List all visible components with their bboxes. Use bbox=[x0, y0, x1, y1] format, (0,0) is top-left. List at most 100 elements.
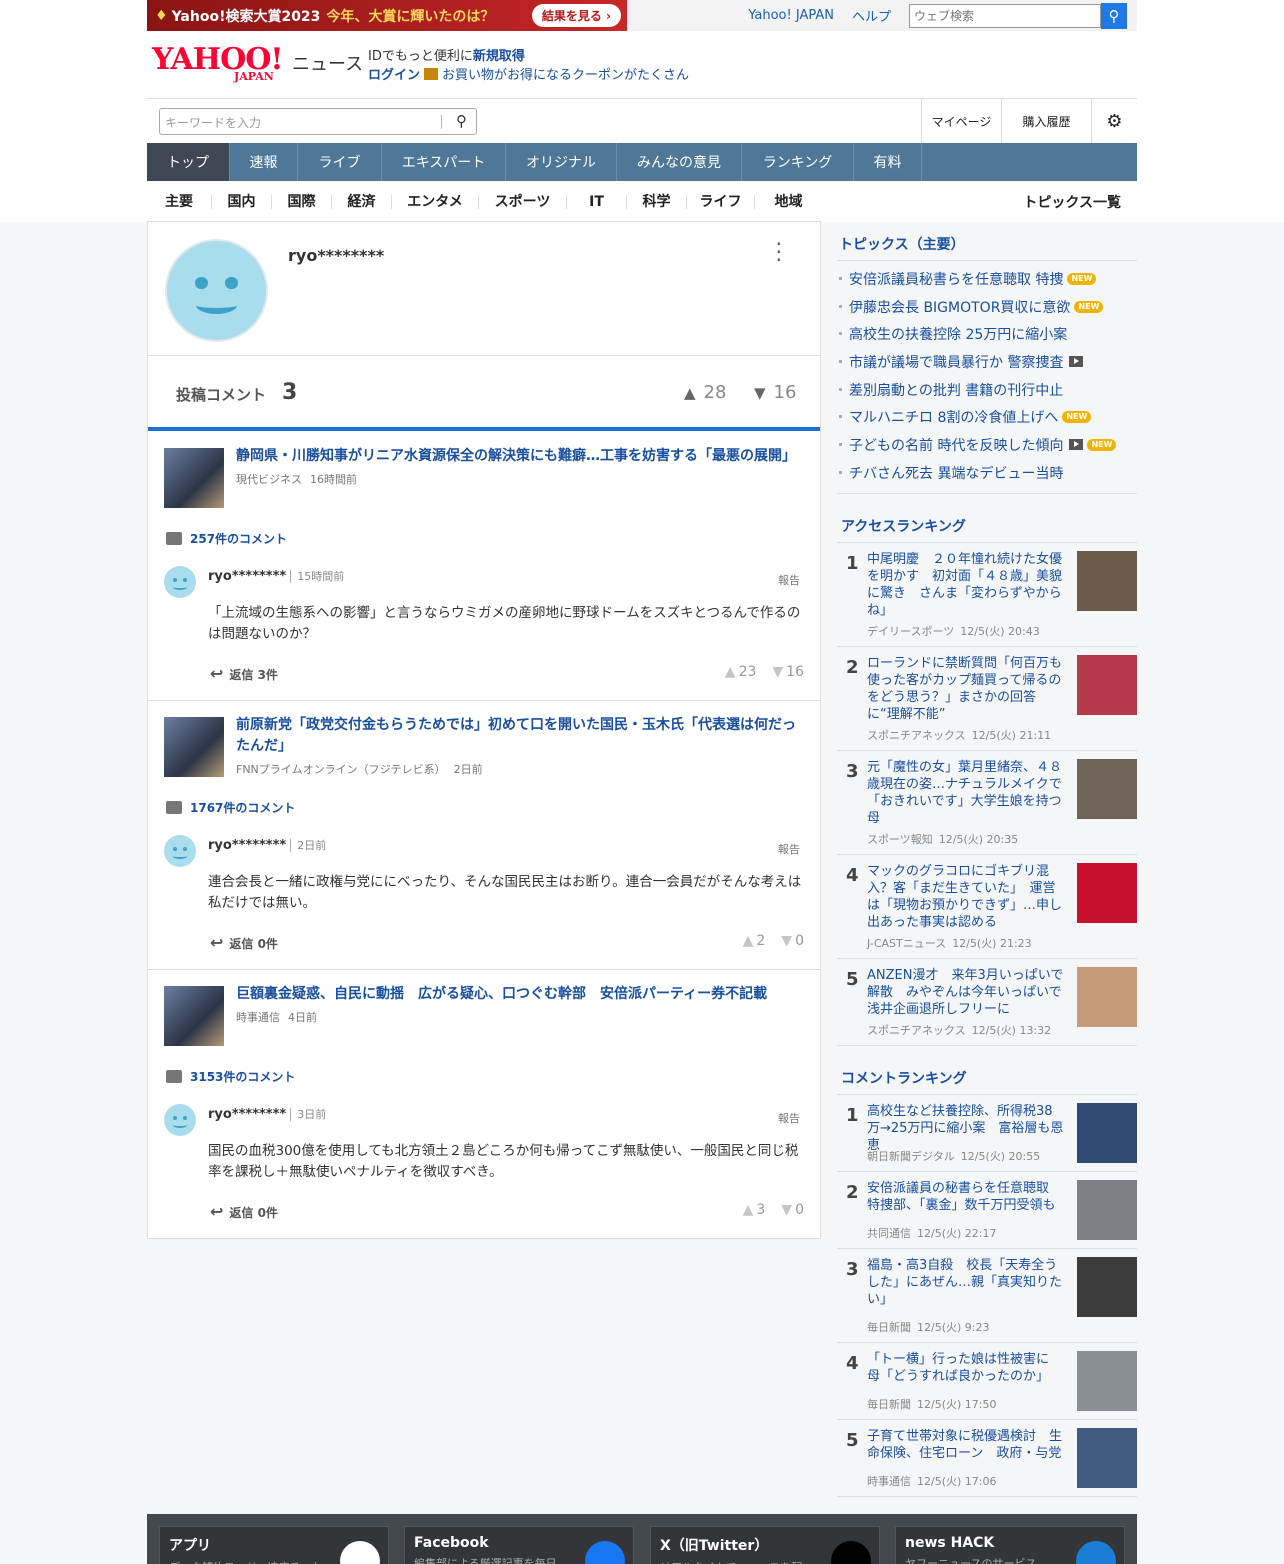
dislike-button[interactable]: ▼ 0 bbox=[781, 1202, 804, 1218]
promo-banner[interactable]: ♦ Yahoo!検索大賞2023 今年、大賞に輝いたのは？ 結果を見る › bbox=[147, 0, 627, 31]
subnav-item-6[interactable]: IT bbox=[567, 194, 627, 209]
topic-text[interactable]: 子どもの名前 時代を反映した傾向 bbox=[849, 435, 1063, 455]
footer-card-1[interactable]: Facebook 編集部による厳選記事を毎日 bbox=[404, 1526, 634, 1564]
ranking-title[interactable]: マックのグラコロにゴキブリ混入？客「まだ生きていた」 運営は「現物お預かりできず… bbox=[867, 863, 1065, 931]
footer-card-2[interactable]: X（旧Twitter）リアルタイムでニュースを配 bbox=[650, 1526, 880, 1564]
service-name[interactable]: ニュース bbox=[292, 50, 363, 76]
comment-user[interactable]: ryo******** 15時間前 bbox=[208, 568, 345, 584]
ranking-title[interactable]: 中尾明慶 ２０年憧れ続けた女優を明かす 初対面「４８歳」美貌に驚き さんま「変わ… bbox=[867, 551, 1065, 619]
article-title[interactable]: 巨額裏金疑惑、自民に動揺 広がる疑心、口つぐむ幹部 安倍派パーティー券不記載 bbox=[236, 984, 806, 1005]
article-thumbnail[interactable] bbox=[164, 448, 224, 508]
comment-count-link[interactable]: 257件のコメント bbox=[166, 530, 287, 547]
topic-text[interactable]: チバさん死去 異端なデビュー当時 bbox=[849, 463, 1063, 483]
subnav-item-3[interactable]: 経済 bbox=[332, 194, 392, 209]
article-thumbnail[interactable] bbox=[164, 986, 224, 1046]
dislike-button[interactable]: ▼ 0 bbox=[781, 933, 804, 949]
ranking-title[interactable]: 「トー横」行った娘は性被害に 母「どうすれば良かったのか」 bbox=[867, 1351, 1065, 1385]
subnav-item-5[interactable]: スポーツ bbox=[479, 194, 567, 209]
subnav-item-4[interactable]: エンタメ bbox=[392, 194, 479, 209]
ranking-thumbnail[interactable] bbox=[1077, 966, 1137, 1027]
comment-ranking-title[interactable]: コメントランキング bbox=[837, 1056, 1137, 1095]
subnav-item-7[interactable]: 科学 bbox=[627, 194, 687, 209]
yahoo-japan-link[interactable]: Yahoo! JAPAN bbox=[748, 8, 834, 23]
ranking-thumbnail[interactable] bbox=[1077, 1102, 1137, 1163]
tab-1[interactable]: 速報 bbox=[230, 143, 298, 181]
ranking-thumbnail[interactable] bbox=[1077, 862, 1137, 923]
subnav-item-2[interactable]: 国際 bbox=[272, 194, 332, 209]
ranking-title[interactable]: 福島・高3自殺 校長「天寿全うした」にあぜん…親「真実知りたい」 bbox=[867, 1257, 1065, 1308]
subnav-item-8[interactable]: ライフ bbox=[687, 194, 755, 209]
tab-0[interactable]: トップ bbox=[147, 143, 230, 181]
ranking-item[interactable]: 4 マックのグラコロにゴキブリ混入？客「まだ生きていた」 運営は「現物お預かりでき… bbox=[837, 855, 1137, 959]
ranking-thumbnail[interactable] bbox=[1077, 654, 1137, 715]
ranking-item[interactable]: 1 中尾明慶 ２０年憧れ続けた女優を明かす 初対面「４８歳」美貌に驚き さんま「変… bbox=[837, 543, 1137, 647]
topic-text[interactable]: 市議が議場で職員暴行か 警察捜査 bbox=[849, 352, 1063, 372]
topic-text[interactable]: 差別扇動との批判 書籍の刊行中止 bbox=[849, 380, 1063, 400]
article-title[interactable]: 前原新党「政党交付金もらうためでは」初めて口を開いた国民・玉木氏「代表選は何だっ… bbox=[236, 715, 806, 757]
topic-item[interactable]: マルハニチロ 8割の冷食値上げへ NEW bbox=[837, 403, 1137, 431]
tab-5[interactable]: みんなの意見 bbox=[617, 143, 742, 181]
coupon-link[interactable]: お買い物がお得になるクーポンがたくさん bbox=[442, 68, 689, 83]
yahoo-logo[interactable]: YAHOO! JAPAN bbox=[152, 44, 292, 84]
topic-item[interactable]: 伊藤忠会長 BIGMOTOR買収に意欲 NEW bbox=[837, 293, 1137, 321]
ranking-thumbnail[interactable] bbox=[1077, 1427, 1137, 1488]
promo-result-button[interactable]: 結果を見る › bbox=[531, 4, 621, 27]
login-link[interactable]: ログイン bbox=[368, 68, 420, 83]
keyword-input[interactable]: キーワードを入力 ⚲ bbox=[159, 108, 477, 135]
ranking-title[interactable]: 子育て世帯対象に税優遇検討 生命保険、住宅ローン 政府・与党 bbox=[867, 1428, 1065, 1462]
more-menu-icon[interactable]: · · · bbox=[776, 234, 782, 270]
topic-text[interactable]: 安倍派議員秘書らを任意聴取 特捜 bbox=[849, 269, 1063, 289]
comment-count-link[interactable]: 3153件のコメント bbox=[166, 1068, 295, 1085]
ranking-item[interactable]: 2 安倍派議員の秘書らを任意聴取 特捜部、「裏金」数千万円受領も 共同通信 12/5(… bbox=[837, 1172, 1137, 1249]
ranking-title[interactable]: 安倍派議員の秘書らを任意聴取 特捜部、「裏金」数千万円受領も bbox=[867, 1180, 1065, 1214]
like-button[interactable]: ▲ 2 bbox=[743, 933, 766, 949]
subnav-item-0[interactable]: 主要 bbox=[147, 194, 212, 209]
signup-link[interactable]: 新規取得 bbox=[473, 49, 525, 64]
search-icon[interactable]: ⚲ bbox=[456, 112, 467, 130]
comment-user[interactable]: ryo******** 3日前 bbox=[208, 1106, 327, 1122]
topic-item[interactable]: 差別扇動との批判 書籍の刊行中止 bbox=[837, 376, 1137, 404]
ranking-item[interactable]: 5 ANZEN漫才 来年3月いっぱいで解散 みやぞんは今年いっぱいで浅井企画退所し… bbox=[837, 959, 1137, 1046]
like-button[interactable]: ▲ 3 bbox=[743, 1202, 766, 1218]
ranking-thumbnail[interactable] bbox=[1077, 1350, 1137, 1411]
topics-title[interactable]: トピックス（主要） bbox=[837, 222, 1137, 261]
comment-count-link[interactable]: 1767件のコメント bbox=[166, 799, 295, 816]
footer-card-3[interactable]: news HACK ヤフーニュースのサービス bbox=[895, 1526, 1125, 1564]
subnav-item-9[interactable]: 地域 bbox=[755, 195, 822, 209]
ranking-thumbnail[interactable] bbox=[1077, 550, 1137, 611]
help-link[interactable]: ヘルプ bbox=[852, 6, 891, 25]
tab-6[interactable]: ランキング bbox=[742, 143, 854, 181]
footer-card-0[interactable]: アプリデータ節約モード、速度チャも bbox=[159, 1526, 389, 1564]
ranking-item[interactable]: 3 元「魔性の女」葉月里緒奈、４８歳現在の姿…ナチュラルメイクで「おきれいです」大… bbox=[837, 751, 1137, 855]
comment-username[interactable]: ryo******** bbox=[208, 569, 286, 584]
topic-item[interactable]: 子どもの名前 時代を反映した傾向 NEW bbox=[837, 431, 1137, 459]
gear-icon[interactable]: ⚙ bbox=[1091, 99, 1137, 143]
topic-text[interactable]: 高校生の扶養控除 25万円に縮小案 bbox=[849, 324, 1067, 344]
tab-7[interactable]: 有料 bbox=[854, 143, 922, 181]
topic-text[interactable]: マルハニチロ 8割の冷食値上げへ bbox=[849, 407, 1058, 427]
access-ranking-title[interactable]: アクセスランキング bbox=[837, 504, 1137, 543]
dislike-button[interactable]: ▼ 16 bbox=[772, 664, 804, 680]
report-link[interactable]: 報告 bbox=[778, 841, 800, 857]
ranking-title[interactable]: 元「魔性の女」葉月里緒奈、４８歳現在の姿…ナチュラルメイクで「おきれいです」大学… bbox=[867, 759, 1065, 827]
article-title[interactable]: 静岡県・川勝知事がリニア水資源保全の解決策にも難癖…工事を妨害する「最悪の展開」 bbox=[236, 446, 806, 467]
report-link[interactable]: 報告 bbox=[778, 1110, 800, 1126]
topic-item[interactable]: 市議が議場で職員暴行か 警察捜査 bbox=[837, 348, 1137, 376]
web-search-input[interactable] bbox=[909, 3, 1101, 28]
report-link[interactable]: 報告 bbox=[778, 572, 800, 588]
ranking-thumbnail[interactable] bbox=[1077, 1179, 1137, 1240]
ranking-item[interactable]: 2 ローランドに禁断質問「何百万も使った客がカップ麺買って帰るのをどう思う？」まさ… bbox=[837, 647, 1137, 751]
ranking-title[interactable]: 高校生など扶養控除、所得税38万→25万円に縮小案 富裕層も恩恵 bbox=[867, 1103, 1065, 1154]
ranking-item[interactable]: 5 子育て世帯対象に税優遇検討 生命保険、住宅ローン 政府・与党 時事通信 12/5(… bbox=[837, 1420, 1137, 1497]
mypage-link[interactable]: マイページ bbox=[921, 99, 1001, 143]
like-button[interactable]: ▲ 23 bbox=[725, 664, 757, 680]
reply-button[interactable]: ↩ 返信 0件 bbox=[210, 1202, 278, 1221]
ranking-item[interactable]: 3 福島・高3自殺 校長「天寿全うした」にあぜん…親「真実知りたい」 毎日新聞 12/… bbox=[837, 1249, 1137, 1343]
ranking-thumbnail[interactable] bbox=[1077, 758, 1137, 819]
ranking-thumbnail[interactable] bbox=[1077, 1256, 1137, 1317]
comment-username[interactable]: ryo******** bbox=[208, 1107, 286, 1122]
topic-item[interactable]: 高校生の扶養控除 25万円に縮小案 bbox=[837, 320, 1137, 348]
reply-button[interactable]: ↩ 返信 3件 bbox=[210, 664, 278, 683]
ranking-item[interactable]: 4 「トー横」行った娘は性被害に 母「どうすれば良かったのか」 毎日新聞 12/5(火… bbox=[837, 1343, 1137, 1420]
purchase-history-link[interactable]: 購入履歴 bbox=[1001, 99, 1091, 143]
